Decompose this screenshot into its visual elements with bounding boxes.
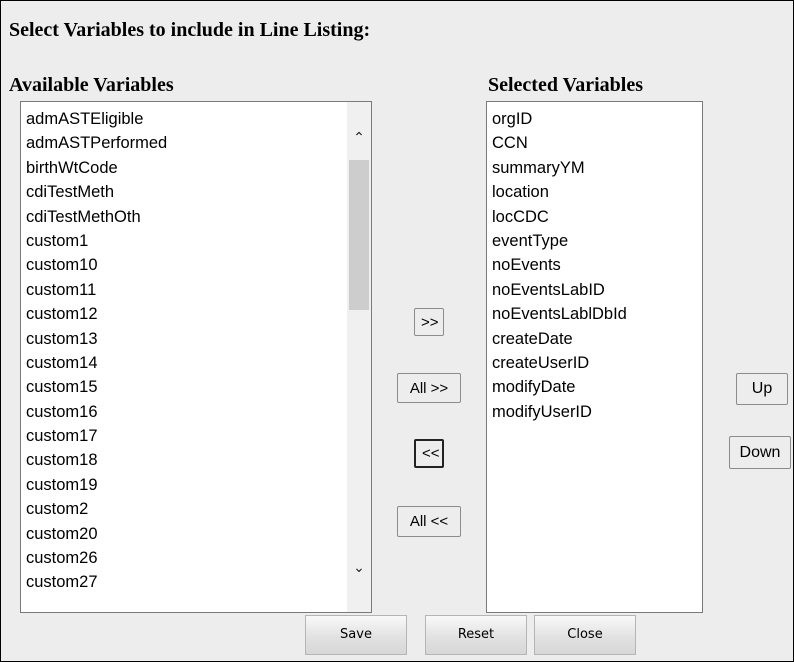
- list-item[interactable]: locCDC: [487, 205, 627, 229]
- move-up-button[interactable]: Up: [736, 373, 788, 405]
- add-selected-button[interactable]: >>: [414, 308, 444, 336]
- list-item[interactable]: birthWtCode: [21, 156, 167, 180]
- list-item[interactable]: custom11: [21, 278, 167, 302]
- selected-variables-title: Selected Variables: [488, 74, 643, 96]
- list-item[interactable]: custom18: [21, 448, 167, 472]
- list-item[interactable]: CCN: [487, 131, 627, 155]
- scrollbar-thumb[interactable]: [349, 160, 369, 310]
- reset-button[interactable]: Reset: [425, 615, 527, 655]
- list-item[interactable]: custom13: [21, 327, 167, 351]
- selected-items: orgID CCN summaryYM location locCDC eventType…: [487, 107, 627, 424]
- list-item[interactable]: orgID: [487, 107, 627, 131]
- list-item[interactable]: custom14: [21, 351, 167, 375]
- list-item[interactable]: createDate: [487, 327, 627, 351]
- chevron-down-icon[interactable]: ⌄: [347, 560, 371, 576]
- list-item[interactable]: custom19: [21, 473, 167, 497]
- list-item[interactable]: createUserID: [487, 351, 627, 375]
- list-item[interactable]: custom17: [21, 424, 167, 448]
- selected-variables-list[interactable]: orgID CCN summaryYM location locCDC eventType…: [486, 101, 703, 613]
- list-item[interactable]: custom16: [21, 400, 167, 424]
- remove-all-button[interactable]: All <<: [397, 506, 461, 537]
- list-item[interactable]: custom10: [21, 253, 167, 277]
- list-item[interactable]: custom27: [21, 570, 167, 594]
- list-item[interactable]: admASTPerformed: [21, 131, 167, 155]
- list-item[interactable]: custom1: [21, 229, 167, 253]
- list-item[interactable]: eventType: [487, 229, 627, 253]
- list-item[interactable]: admASTEligible: [21, 107, 167, 131]
- list-item[interactable]: summaryYM: [487, 156, 627, 180]
- save-button[interactable]: Save: [305, 615, 407, 655]
- list-item[interactable]: custom20: [21, 522, 167, 546]
- available-list-scrollbar[interactable]: ⌃ ⌄: [347, 102, 371, 612]
- line-listing-variable-panel: Select Variables to include in Line List…: [0, 0, 794, 662]
- move-down-button[interactable]: Down: [729, 436, 791, 469]
- list-item[interactable]: noEventsLabID: [487, 278, 627, 302]
- list-item[interactable]: cdiTestMeth: [21, 180, 167, 204]
- list-item[interactable]: noEventsLablDbId: [487, 302, 627, 326]
- list-item[interactable]: custom26: [21, 546, 167, 570]
- list-item[interactable]: custom15: [21, 375, 167, 399]
- list-item[interactable]: modifyUserID: [487, 400, 627, 424]
- available-variables-title: Available Variables: [9, 74, 174, 96]
- available-variables-list[interactable]: admASTEligible admASTPerformed birthWtCode…: [20, 101, 372, 613]
- panel-heading: Select Variables to include in Line List…: [9, 19, 371, 41]
- list-item[interactable]: cdiTestMethOth: [21, 205, 167, 229]
- available-items: admASTEligible admASTPerformed birthWtCode…: [21, 107, 167, 595]
- add-all-button[interactable]: All >>: [397, 373, 461, 403]
- chevron-up-icon[interactable]: ⌃: [347, 130, 371, 146]
- list-item[interactable]: custom2: [21, 497, 167, 521]
- close-button[interactable]: Close: [534, 615, 636, 655]
- remove-selected-button[interactable]: <<: [414, 439, 444, 468]
- list-item[interactable]: modifyDate: [487, 375, 627, 399]
- list-item[interactable]: custom12: [21, 302, 167, 326]
- list-item[interactable]: noEvents: [487, 253, 627, 277]
- list-item[interactable]: location: [487, 180, 627, 204]
